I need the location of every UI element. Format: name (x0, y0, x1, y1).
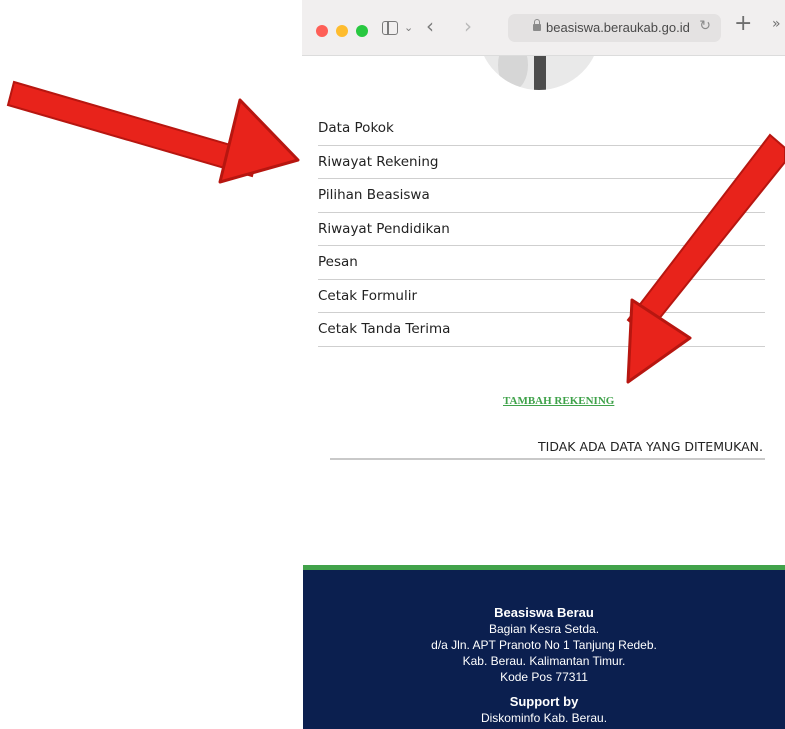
arrow-left-annotation (6, 80, 300, 184)
arrow-right-annotation (626, 133, 785, 384)
screenshot-canvas: ⌄ ‹ › beasiswa.beraukab.go.id ↻ + » Data… (0, 0, 785, 729)
annotation-arrows (6, 80, 785, 384)
